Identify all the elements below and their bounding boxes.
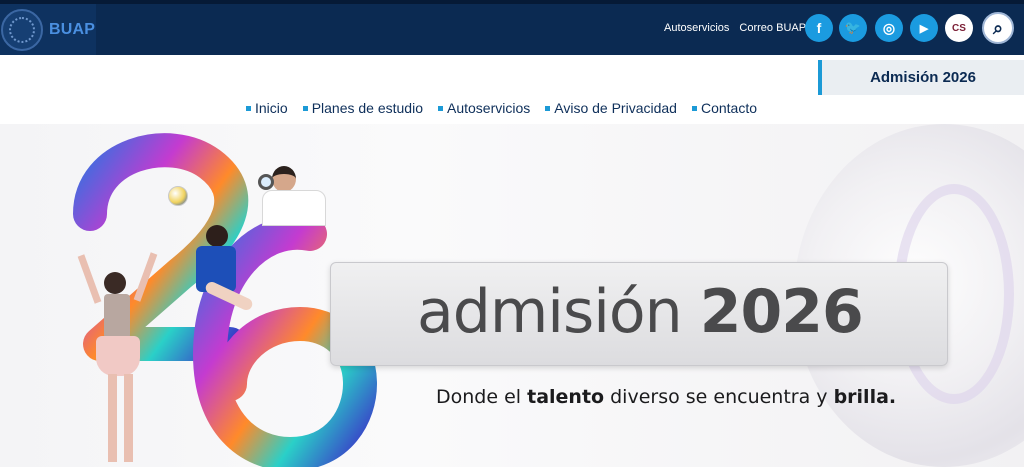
- banner-title: admisión 2026: [417, 277, 864, 347]
- autoservicios-link[interactable]: Autoservicios: [664, 22, 729, 34]
- nav-item-label: Contacto: [700, 100, 758, 116]
- bullet-icon: [691, 105, 697, 111]
- magnifying-glass-icon: [258, 174, 274, 190]
- hero-banner: admisión 2026 Donde el talento diverso s…: [0, 124, 1024, 467]
- nav-item-label: Autoservicios: [447, 100, 531, 116]
- bullet-icon: [246, 105, 251, 111]
- bullet-icon: [545, 105, 551, 111]
- brand-name: BUAP: [49, 20, 96, 38]
- nav-item-autoservicios[interactable]: Autoservicios: [438, 100, 530, 116]
- logo[interactable]: BUAP: [0, 4, 96, 55]
- nav-item-label: Inicio: [255, 100, 288, 116]
- search-icon[interactable]: ⌕: [982, 12, 1014, 44]
- buap-seal-icon: [1, 8, 43, 51]
- cs-icon[interactable]: CS: [945, 14, 973, 42]
- tagline-highlight: talento: [527, 386, 605, 408]
- tagline-part: diverso se encuentra y: [604, 386, 834, 408]
- tagline-highlight: brilla.: [833, 386, 897, 408]
- top-bar-edge: [0, 0, 1024, 4]
- nav-item-planes[interactable]: Planes de estudio: [302, 100, 423, 116]
- twitter-icon[interactable]: 🐦: [839, 14, 867, 42]
- correo-buap-link[interactable]: Correo BUAP: [739, 22, 806, 34]
- nav-item-contacto[interactable]: Contacto: [691, 100, 758, 116]
- banner-title-year: 2026: [699, 277, 864, 347]
- facebook-icon[interactable]: f: [805, 14, 833, 42]
- bullet-icon: [438, 105, 443, 111]
- volleyball-icon: [168, 186, 188, 206]
- bullet-icon: [302, 105, 308, 111]
- instagram-icon[interactable]: ◎: [875, 14, 903, 42]
- hero-tagline: Donde el talento diverso se encuentra y …: [436, 386, 896, 408]
- nav-item-label: Planes de estudio: [311, 100, 423, 116]
- nav-item-inicio[interactable]: Inicio: [246, 100, 288, 116]
- nav-item-privacidad[interactable]: Aviso de Privacidad: [545, 100, 677, 116]
- top-bar: BUAP Autoservicios Correo BUAP f 🐦 ◎ ▶ C…: [0, 0, 1024, 55]
- main-nav: Inicio Planes de estudio Autoservicios A…: [246, 100, 772, 116]
- tagline-part: Donde el: [436, 386, 528, 408]
- nav-item-label: Aviso de Privacidad: [554, 100, 677, 116]
- admission-tab[interactable]: Admisión 2026: [818, 60, 1024, 95]
- banner-title-prefix: admisión: [417, 277, 683, 347]
- top-links: Autoservicios Correo BUAP: [664, 22, 816, 34]
- youtube-icon[interactable]: ▶: [910, 14, 938, 42]
- admission-banner: admisión 2026: [330, 262, 948, 366]
